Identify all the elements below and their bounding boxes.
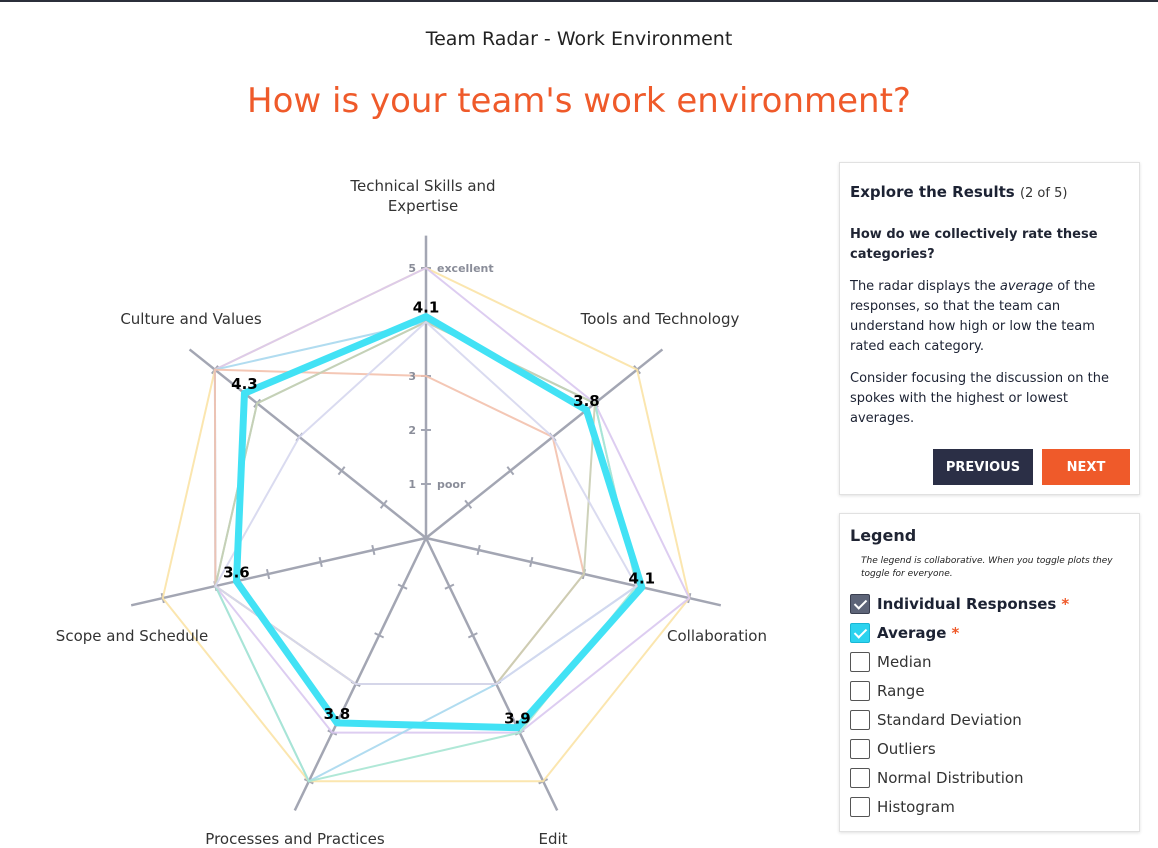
checkbox-range[interactable] — [850, 680, 870, 701]
scale-label-5: 5 — [408, 262, 416, 275]
average-label-culture-and-values: 4.3 — [231, 375, 258, 393]
explore-p1-emphasis: average — [999, 279, 1054, 294]
legend-item-standard-deviation[interactable]: Standard Deviation — [850, 705, 1129, 734]
explore-p1-start: The radar displays the — [850, 279, 1000, 294]
spoke-edit — [424, 537, 559, 811]
legend-item-range[interactable]: Range — [850, 676, 1129, 705]
legend-label: Normal Distribution — [877, 768, 1024, 787]
average-label-processes-and-practices: 3.8 — [324, 705, 351, 723]
checkbox-outliers[interactable] — [850, 738, 870, 759]
scale-label-2: 2 — [408, 424, 416, 437]
legend-label: Outliers — [877, 739, 936, 758]
average-label-tools-and-technology: 3.8 — [573, 392, 600, 410]
legend-label: Average — [877, 623, 947, 642]
page-title: How is your team's work environment? — [247, 80, 911, 121]
axis-label-culture-and-values: Culture and Values — [120, 310, 262, 328]
legend-label: Individual Responses — [877, 594, 1057, 613]
spoke-tools-and-technology — [425, 348, 664, 539]
checkbox-individual-responses[interactable] — [850, 593, 870, 614]
individual-response-5 — [213, 368, 586, 685]
explore-paragraph-1: The radar displays the average of the re… — [850, 277, 1125, 357]
explore-title: Explore the Results — [850, 183, 1015, 201]
top-border — [0, 0, 1158, 2]
explore-step-count: (2 of 5) — [1019, 186, 1068, 201]
spoke-tick — [265, 568, 271, 580]
page-subtitle: Team Radar - Work Environment — [425, 28, 733, 50]
legend-item-individual-responses[interactable]: Individual Responses * — [850, 589, 1129, 618]
spoke-tick — [476, 544, 481, 556]
explore-heading: Explore the Results (2 of 5) — [850, 183, 1129, 201]
explore-results-panel: Explore the Results (2 of 5) How do we c… — [839, 162, 1140, 495]
scale-desc-poor: poor — [437, 478, 466, 491]
checkbox-standard-deviation[interactable] — [850, 709, 870, 730]
scale-label-1: 1 — [408, 478, 416, 491]
spoke-culture-and-values — [188, 348, 427, 539]
scale-label-3: 3 — [408, 370, 416, 383]
explore-paragraph-2: Consider focusing the discussion on the … — [850, 371, 1109, 426]
legend-panel: Legend The legend is collaborative. When… — [839, 513, 1140, 832]
axis-label-scope-and-schedule: Scope and Schedule — [56, 627, 208, 645]
average-label-collaboration: 4.1 — [629, 569, 656, 587]
legend-item-median[interactable]: Median — [850, 647, 1129, 676]
checkbox-median[interactable] — [850, 651, 870, 672]
checkmark-icon — [853, 624, 868, 639]
checkmark-icon — [853, 595, 868, 610]
legend-heading: Legend — [850, 526, 917, 545]
legend-label: Standard Deviation — [877, 710, 1022, 729]
checkbox-normal-distribution[interactable] — [850, 767, 870, 788]
axis-label-collaboration: Collaboration — [667, 627, 767, 645]
legend-label: Median — [877, 652, 932, 671]
axis-label-edit: Edit — [538, 830, 567, 848]
average-label-edit: 3.9 — [504, 710, 531, 728]
spoke-tick — [371, 544, 376, 556]
checkbox-histogram[interactable] — [850, 796, 870, 817]
legend-label: Histogram — [877, 797, 955, 816]
scale-desc-excellent: excellent — [437, 262, 494, 275]
legend-item-average[interactable]: Average * — [850, 618, 1129, 647]
axis-label-processes-and-practices: Processes and Practices — [205, 830, 385, 848]
previous-button[interactable]: PREVIOUS — [933, 449, 1033, 485]
average-line — [232, 313, 646, 732]
legend-item-histogram[interactable]: Histogram — [850, 792, 1129, 821]
legend-note: The legend is collaborative. When you to… — [861, 556, 1113, 579]
legend-item-normal-distribution[interactable]: Normal Distribution — [850, 763, 1129, 792]
required-marker: * — [951, 623, 960, 642]
spoke-tick — [318, 556, 323, 568]
required-marker: * — [1061, 594, 1070, 613]
explore-question: How do we collectively rate these catego… — [850, 227, 1098, 262]
checkbox-average[interactable] — [850, 622, 870, 643]
legend-item-outliers[interactable]: Outliers — [850, 734, 1129, 763]
spoke-scope-and-schedule — [130, 536, 427, 607]
axis-label-technical-skills-and-expertise: Technical Skills and Expertise — [349, 177, 495, 215]
radar-chart: 4.1 3.8 4.1 3.9 3.8 3.6 4.3 5 excellent 3 2 1 poor Te… — [56, 177, 767, 848]
average-label-technical-skills-and-expertise: 4.1 — [413, 299, 440, 317]
legend-label: Range — [877, 681, 925, 700]
axis-label-tools-and-technology: Tools and Technology — [580, 310, 740, 328]
next-button[interactable]: NEXT — [1042, 449, 1130, 485]
average-label-scope-and-schedule: 3.6 — [223, 563, 250, 581]
legend-list: Individual Responses * Average * Median … — [850, 589, 1129, 821]
spoke-tick — [529, 556, 534, 568]
